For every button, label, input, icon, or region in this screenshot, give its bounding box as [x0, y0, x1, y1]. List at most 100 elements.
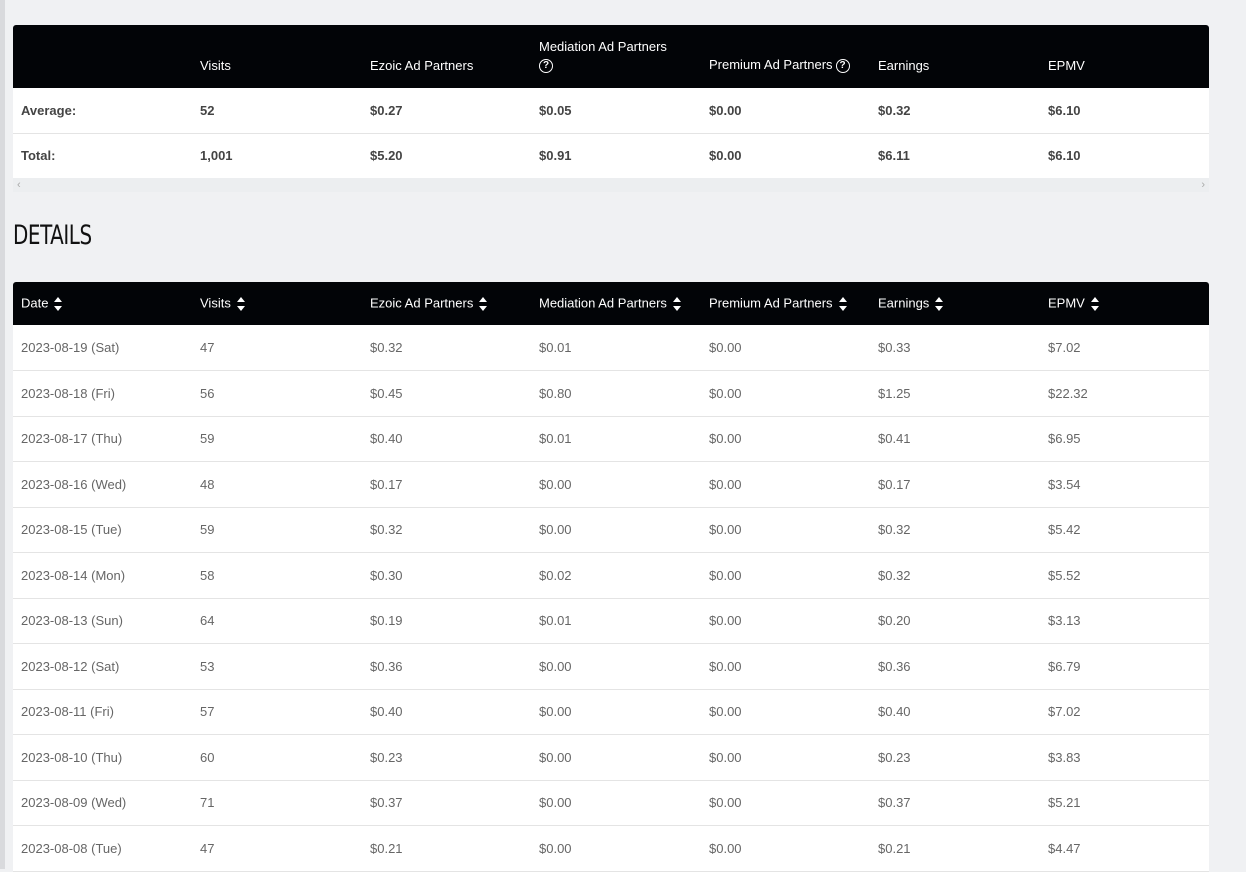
summary-cell-premium: $0.00 [701, 88, 870, 134]
summary-cell-earnings: $0.32 [870, 88, 1040, 134]
details-cell-epmv: $4.47 [1040, 825, 1209, 872]
sort-icon[interactable] [672, 295, 681, 313]
details-cell-mediation: $0.00 [531, 643, 701, 690]
details-cell-date: 2023-08-19 (Sat) [13, 325, 192, 371]
details-cell-earnings: $1.25 [870, 370, 1040, 417]
details-cell-ezoic: $0.36 [362, 643, 531, 690]
sort-icon[interactable] [479, 295, 488, 313]
summary-header-mediation: Mediation Ad Partners ? [531, 25, 701, 88]
details-cell-epmv: $6.95 [1040, 416, 1209, 462]
details-header-visits[interactable]: Visits [192, 282, 362, 325]
details-cell-ezoic: $0.40 [362, 689, 531, 735]
details-cell-date: 2023-08-16 (Wed) [13, 461, 192, 508]
summary-cell-mediation: $0.91 [531, 133, 701, 179]
table-row: 2023-08-17 (Thu) 59 $0.40 $0.01 $0.00 $0.41 $6… [13, 416, 1209, 462]
details-cell-earnings: $0.40 [870, 689, 1040, 735]
details-cell-epmv: $5.52 [1040, 552, 1209, 599]
details-cell-ezoic: $0.17 [362, 461, 531, 508]
summary-cell-earnings: $6.11 [870, 133, 1040, 179]
details-cell-premium: $0.00 [701, 734, 870, 781]
details-cell-epmv: $5.21 [1040, 780, 1209, 826]
details-cell-ezoic: $0.37 [362, 780, 531, 826]
details-header-premium[interactable]: Premium Ad Partners [701, 282, 870, 325]
table-row: 2023-08-13 (Sun) 64 $0.19 $0.01 $0.00 $0.20 $3… [13, 598, 1209, 644]
summary-cell-mediation: $0.05 [531, 88, 701, 134]
details-cell-date: 2023-08-13 (Sun) [13, 598, 192, 644]
details-cell-earnings: $0.32 [870, 552, 1040, 599]
question-circle-icon[interactable]: ? [539, 59, 553, 73]
details-cell-ezoic: $0.23 [362, 734, 531, 781]
details-header-ezoic[interactable]: Ezoic Ad Partners [362, 282, 531, 325]
details-header-epmv[interactable]: EPMV [1040, 282, 1209, 325]
summary-cell-visits: 52 [192, 88, 362, 134]
details-cell-earnings: $0.23 [870, 734, 1040, 781]
details-cell-mediation: $0.00 [531, 507, 701, 553]
details-cell-date: 2023-08-11 (Fri) [13, 689, 192, 735]
scroll-right-arrow-icon[interactable]: › [1201, 178, 1205, 192]
summary-cell-ezoic: $0.27 [362, 88, 531, 134]
table-row: 2023-08-19 (Sat) 47 $0.32 $0.01 $0.00 $0.33 $7… [13, 325, 1209, 371]
details-header-mediation[interactable]: Mediation Ad Partners [531, 282, 701, 325]
table-row: 2023-08-08 (Tue) 47 $0.21 $0.00 $0.00 $0.21 $4… [13, 825, 1209, 872]
summary-header-visits: Visits [192, 25, 362, 88]
sort-icon[interactable] [1090, 295, 1099, 313]
details-cell-mediation: $0.02 [531, 552, 701, 599]
details-cell-visits: 47 [192, 325, 362, 371]
details-cell-visits: 60 [192, 734, 362, 781]
sort-icon[interactable] [54, 295, 63, 313]
details-header-label: EPMV [1048, 294, 1085, 310]
sort-icon[interactable] [935, 295, 944, 313]
table-row: 2023-08-11 (Fri) 57 $0.40 $0.00 $0.00 $0.40 $7… [13, 689, 1209, 735]
details-cell-epmv: $3.13 [1040, 598, 1209, 644]
table-row: 2023-08-18 (Fri) 56 $0.45 $0.80 $0.00 $1.25 $2… [13, 370, 1209, 417]
details-cell-date: 2023-08-12 (Sat) [13, 643, 192, 690]
details-header-date[interactable]: Date [13, 282, 192, 325]
horizontal-scrollbar[interactable]: ‹ › [13, 178, 1209, 192]
sort-icon[interactable] [838, 295, 847, 313]
details-cell-visits: 53 [192, 643, 362, 690]
table-row: 2023-08-15 (Tue) 59 $0.32 $0.00 $0.00 $0.32 $5… [13, 507, 1209, 553]
details-header-row: Date Visits Ezoic Ad Partners Mediation Ad … [13, 282, 1209, 325]
details-cell-mediation: $0.00 [531, 780, 701, 826]
details-cell-earnings: $0.36 [870, 643, 1040, 690]
left-edge-bar [0, 0, 5, 869]
details-cell-date: 2023-08-14 (Mon) [13, 552, 192, 599]
summary-row: Total: 1,001 $5.20 $0.91 $0.00 $6.11 $6.10 [13, 133, 1209, 179]
details-cell-date: 2023-08-15 (Tue) [13, 507, 192, 553]
summary-cell-premium: $0.00 [701, 133, 870, 179]
details-cell-ezoic: $0.40 [362, 416, 531, 462]
details-header-label: Date [21, 294, 49, 310]
summary-cell-row-label: Average: [13, 88, 192, 134]
details-cell-premium: $0.00 [701, 325, 870, 371]
details-cell-date: 2023-08-17 (Thu) [13, 416, 192, 462]
summary-row: Average: 52 $0.27 $0.05 $0.00 $0.32 $6.10 [13, 88, 1209, 134]
details-cell-ezoic: $0.30 [362, 552, 531, 599]
sort-icon[interactable] [236, 295, 245, 313]
details-cell-premium: $0.00 [701, 552, 870, 599]
details-header-label: Visits [200, 294, 231, 310]
summary-header-mediation-label: Mediation Ad Partners [539, 39, 667, 55]
summary-header-row: Visits Ezoic Ad Partners Mediation Ad Pa… [13, 25, 1209, 88]
summary-table-container: Visits Ezoic Ad Partners Mediation Ad Pa… [13, 25, 1209, 179]
details-cell-date: 2023-08-09 (Wed) [13, 780, 192, 826]
details-cell-premium: $0.00 [701, 507, 870, 553]
details-cell-epmv: $7.02 [1040, 689, 1209, 735]
summary-header-premium: Premium Ad Partners? [701, 25, 870, 88]
details-cell-premium: $0.00 [701, 643, 870, 690]
question-circle-icon[interactable]: ? [835, 59, 850, 73]
summary-header-ezoic: Ezoic Ad Partners [362, 25, 531, 88]
details-cell-mediation: $0.00 [531, 734, 701, 781]
details-cell-mediation: $0.00 [531, 689, 701, 735]
details-cell-premium: $0.00 [701, 416, 870, 462]
details-cell-premium: $0.00 [701, 370, 870, 417]
details-cell-premium: $0.00 [701, 780, 870, 826]
details-cell-ezoic: $0.21 [362, 825, 531, 872]
details-cell-visits: 58 [192, 552, 362, 599]
details-cell-visits: 59 [192, 507, 362, 553]
details-header-earnings[interactable]: Earnings [870, 282, 1040, 325]
scroll-left-arrow-icon[interactable]: ‹ [17, 178, 21, 192]
details-cell-ezoic: $0.32 [362, 325, 531, 371]
details-cell-visits: 59 [192, 416, 362, 462]
summary-header-epmv: EPMV [1040, 25, 1209, 88]
details-cell-earnings: $0.32 [870, 507, 1040, 553]
